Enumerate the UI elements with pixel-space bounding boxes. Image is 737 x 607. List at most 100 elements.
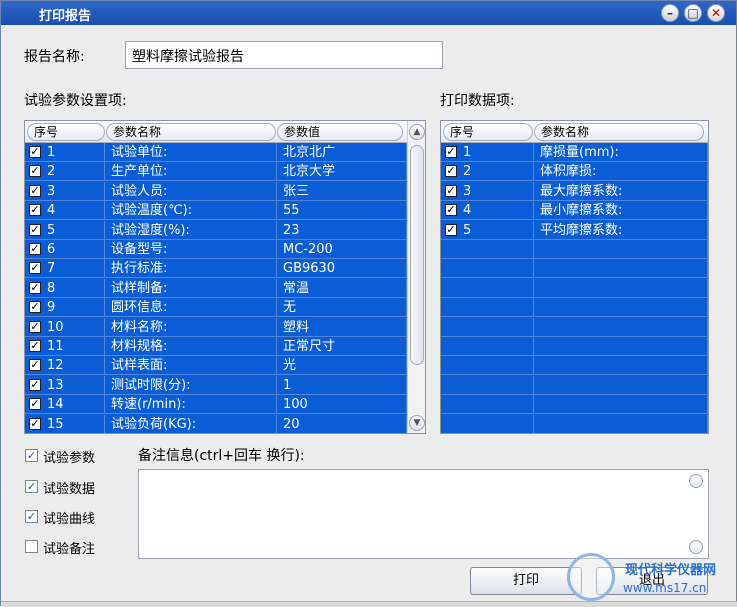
checkbox-icon[interactable]: ✓ bbox=[29, 398, 41, 411]
param-value-cell[interactable]: 20 bbox=[277, 414, 407, 433]
maximize-icon[interactable]: □ bbox=[684, 4, 702, 22]
param-name-cell: 试验湿度(%): bbox=[105, 220, 277, 240]
col-header-no[interactable]: 序号 bbox=[443, 123, 533, 141]
col-header-name[interactable]: 参数名称 bbox=[534, 123, 704, 141]
param-value-cell[interactable]: MC-200 bbox=[277, 240, 407, 259]
param-value-cell[interactable]: 1 bbox=[277, 375, 407, 395]
param-name-cell: 体积摩损: bbox=[534, 162, 708, 182]
param-name-cell bbox=[534, 298, 708, 318]
table-row[interactable]: ✓ 11 材料规格: 正常尺寸 bbox=[25, 337, 407, 356]
table-row[interactable]: ✓ 2 生产单位: 北京大学 bbox=[25, 162, 407, 182]
empty-row bbox=[441, 259, 708, 279]
checkbox-icon[interactable]: ✓ bbox=[29, 165, 41, 178]
row-index-cell bbox=[441, 414, 534, 433]
checkbox-icon[interactable]: ✓ bbox=[29, 184, 41, 197]
notes-textarea[interactable] bbox=[138, 469, 709, 559]
table-row[interactable]: ✓ 10 材料名称: 塑料 bbox=[25, 317, 407, 337]
table-row[interactable]: ✓ 9 圆环信息: 无 bbox=[25, 298, 407, 318]
param-value-cell[interactable]: 常温 bbox=[277, 278, 407, 298]
table-row[interactable]: ✓ 12 试样表面: 光 bbox=[25, 356, 407, 376]
close-icon[interactable]: ✕ bbox=[707, 4, 725, 22]
param-value-cell[interactable]: 光 bbox=[277, 356, 407, 376]
param-value-cell[interactable]: GB9630 bbox=[277, 259, 407, 279]
param-name-cell: 试验人员: bbox=[105, 181, 277, 201]
row-index-cell: ✓ 15 bbox=[25, 414, 105, 433]
checkbox-icon[interactable]: ✓ bbox=[29, 359, 41, 372]
checkbox-icon[interactable]: ✓ bbox=[29, 417, 41, 430]
checkbox-icon[interactable]: ✓ bbox=[29, 301, 41, 314]
table-row[interactable]: ✓ 1 摩损量(mm): bbox=[441, 143, 708, 162]
checkbox-icon[interactable]: ✓ bbox=[29, 243, 41, 255]
minimize-icon[interactable]: – bbox=[661, 4, 679, 22]
row-number: 2 bbox=[463, 164, 472, 180]
table-row[interactable]: ✓ 6 设备型号: MC-200 bbox=[25, 240, 407, 259]
print-report-window: 打印报告 – □ ✕ 报告名称: 塑料摩擦试验报告 试验参数设置项: 打印数据项… bbox=[0, 0, 737, 607]
table-row[interactable]: ✓ 3 试验人员: 张三 bbox=[25, 181, 407, 201]
col-header-no[interactable]: 序号 bbox=[27, 123, 105, 141]
print-table-header: 序号 参数名称 bbox=[441, 121, 708, 143]
report-name-input[interactable]: 塑料摩擦试验报告 bbox=[125, 41, 443, 69]
checkbox-icon[interactable]: ✓ bbox=[29, 378, 41, 391]
row-number: 10 bbox=[47, 319, 64, 335]
scroll-up-icon[interactable] bbox=[689, 474, 703, 488]
param-value-cell[interactable]: 23 bbox=[277, 220, 407, 240]
row-number: 1 bbox=[47, 145, 56, 160]
param-name-cell bbox=[534, 259, 708, 279]
table-row[interactable]: ✓ 4 最小摩擦系数: bbox=[441, 201, 708, 221]
row-index-cell: ✓ 6 bbox=[25, 240, 105, 259]
table-row[interactable]: ✓ 14 转速(r/min): 100 bbox=[25, 395, 407, 415]
print-table[interactable]: 序号 参数名称 ✓ 1 摩损量(mm): ✓ 2 体积摩损: ✓ 3 最大摩擦系数: ✓ 4 最小摩擦… bbox=[440, 120, 709, 434]
col-header-value[interactable]: 参数值 bbox=[277, 123, 403, 141]
table-row[interactable]: ✓ 5 试验湿度(%): 23 bbox=[25, 220, 407, 240]
table-row[interactable]: ✓ 4 试验温度(℃): 55 bbox=[25, 201, 407, 221]
param-value-cell[interactable]: 北京大学 bbox=[277, 162, 407, 182]
param-value-cell[interactable]: 北京北广 bbox=[277, 143, 407, 162]
table-row[interactable]: ✓ 5 平均摩擦系数: bbox=[441, 220, 708, 240]
checkbox-icon[interactable] bbox=[25, 540, 38, 553]
param-value-cell[interactable]: 张三 bbox=[277, 181, 407, 201]
checkbox-icon[interactable]: ✓ bbox=[29, 204, 41, 217]
checkbox-icon[interactable]: ✓ bbox=[29, 223, 41, 236]
table-row[interactable]: ✓ 13 测试时限(分): 1 bbox=[25, 375, 407, 395]
checkbox-icon[interactable]: ✓ bbox=[25, 510, 38, 523]
scroll-up-icon[interactable]: ▲ bbox=[409, 124, 425, 140]
param-value-cell[interactable]: 无 bbox=[277, 298, 407, 318]
checkbox-icon[interactable]: ✓ bbox=[445, 165, 457, 178]
param-value-cell[interactable]: 100 bbox=[277, 395, 407, 415]
row-index-cell: ✓ 2 bbox=[441, 162, 534, 182]
checkbox-icon[interactable]: ✓ bbox=[445, 184, 457, 197]
table-row[interactable]: ✓ 1 试验单位: 北京北广 bbox=[25, 143, 407, 162]
row-index-cell: ✓ 4 bbox=[441, 201, 534, 221]
param-value-cell[interactable]: 55 bbox=[277, 201, 407, 221]
scroll-down-icon[interactable] bbox=[689, 540, 703, 554]
params-table[interactable]: 序号 参数名称 参数值 ✓ 1 试验单位: 北京北广 ✓ 2 生产单位: 北京大学 ✓ 3 试验人员… bbox=[24, 120, 426, 434]
empty-row bbox=[441, 240, 708, 259]
checkbox-icon[interactable]: ✓ bbox=[25, 449, 38, 462]
print-button[interactable]: 打印 bbox=[470, 567, 582, 595]
checkbox-icon[interactable]: ✓ bbox=[445, 146, 457, 158]
checkbox-icon[interactable]: ✓ bbox=[29, 320, 41, 333]
table-row[interactable]: ✓ 2 体积摩损: bbox=[441, 162, 708, 182]
table-row[interactable]: ✓ 3 最大摩擦系数: bbox=[441, 181, 708, 201]
scroll-down-icon[interactable]: ▼ bbox=[409, 415, 425, 431]
empty-row bbox=[441, 375, 708, 395]
checkbox-icon[interactable]: ✓ bbox=[29, 262, 41, 275]
empty-row bbox=[441, 278, 708, 298]
param-value-cell[interactable]: 塑料 bbox=[277, 317, 407, 337]
row-number: 13 bbox=[47, 377, 64, 393]
checkbox-icon[interactable]: ✓ bbox=[445, 204, 457, 217]
params-scrollbar[interactable]: ▲ ▼ bbox=[407, 121, 425, 433]
param-value-cell[interactable]: 正常尺寸 bbox=[277, 337, 407, 356]
param-name-cell: 材料规格: bbox=[105, 337, 277, 356]
checkbox-icon[interactable]: ✓ bbox=[29, 146, 41, 158]
table-row[interactable]: ✓ 15 试验负荷(KG): 20 bbox=[25, 414, 407, 433]
checkbox-icon[interactable]: ✓ bbox=[445, 223, 457, 236]
checkbox-icon[interactable]: ✓ bbox=[25, 480, 38, 493]
col-header-name[interactable]: 参数名称 bbox=[106, 123, 276, 141]
row-index-cell bbox=[441, 356, 534, 376]
checkbox-icon[interactable]: ✓ bbox=[29, 281, 41, 294]
table-row[interactable]: ✓ 8 试样制备: 常温 bbox=[25, 278, 407, 298]
table-row[interactable]: ✓ 7 执行标准: GB9630 bbox=[25, 259, 407, 279]
checkbox-icon[interactable]: ✓ bbox=[29, 340, 41, 352]
scroll-thumb[interactable] bbox=[410, 145, 424, 365]
